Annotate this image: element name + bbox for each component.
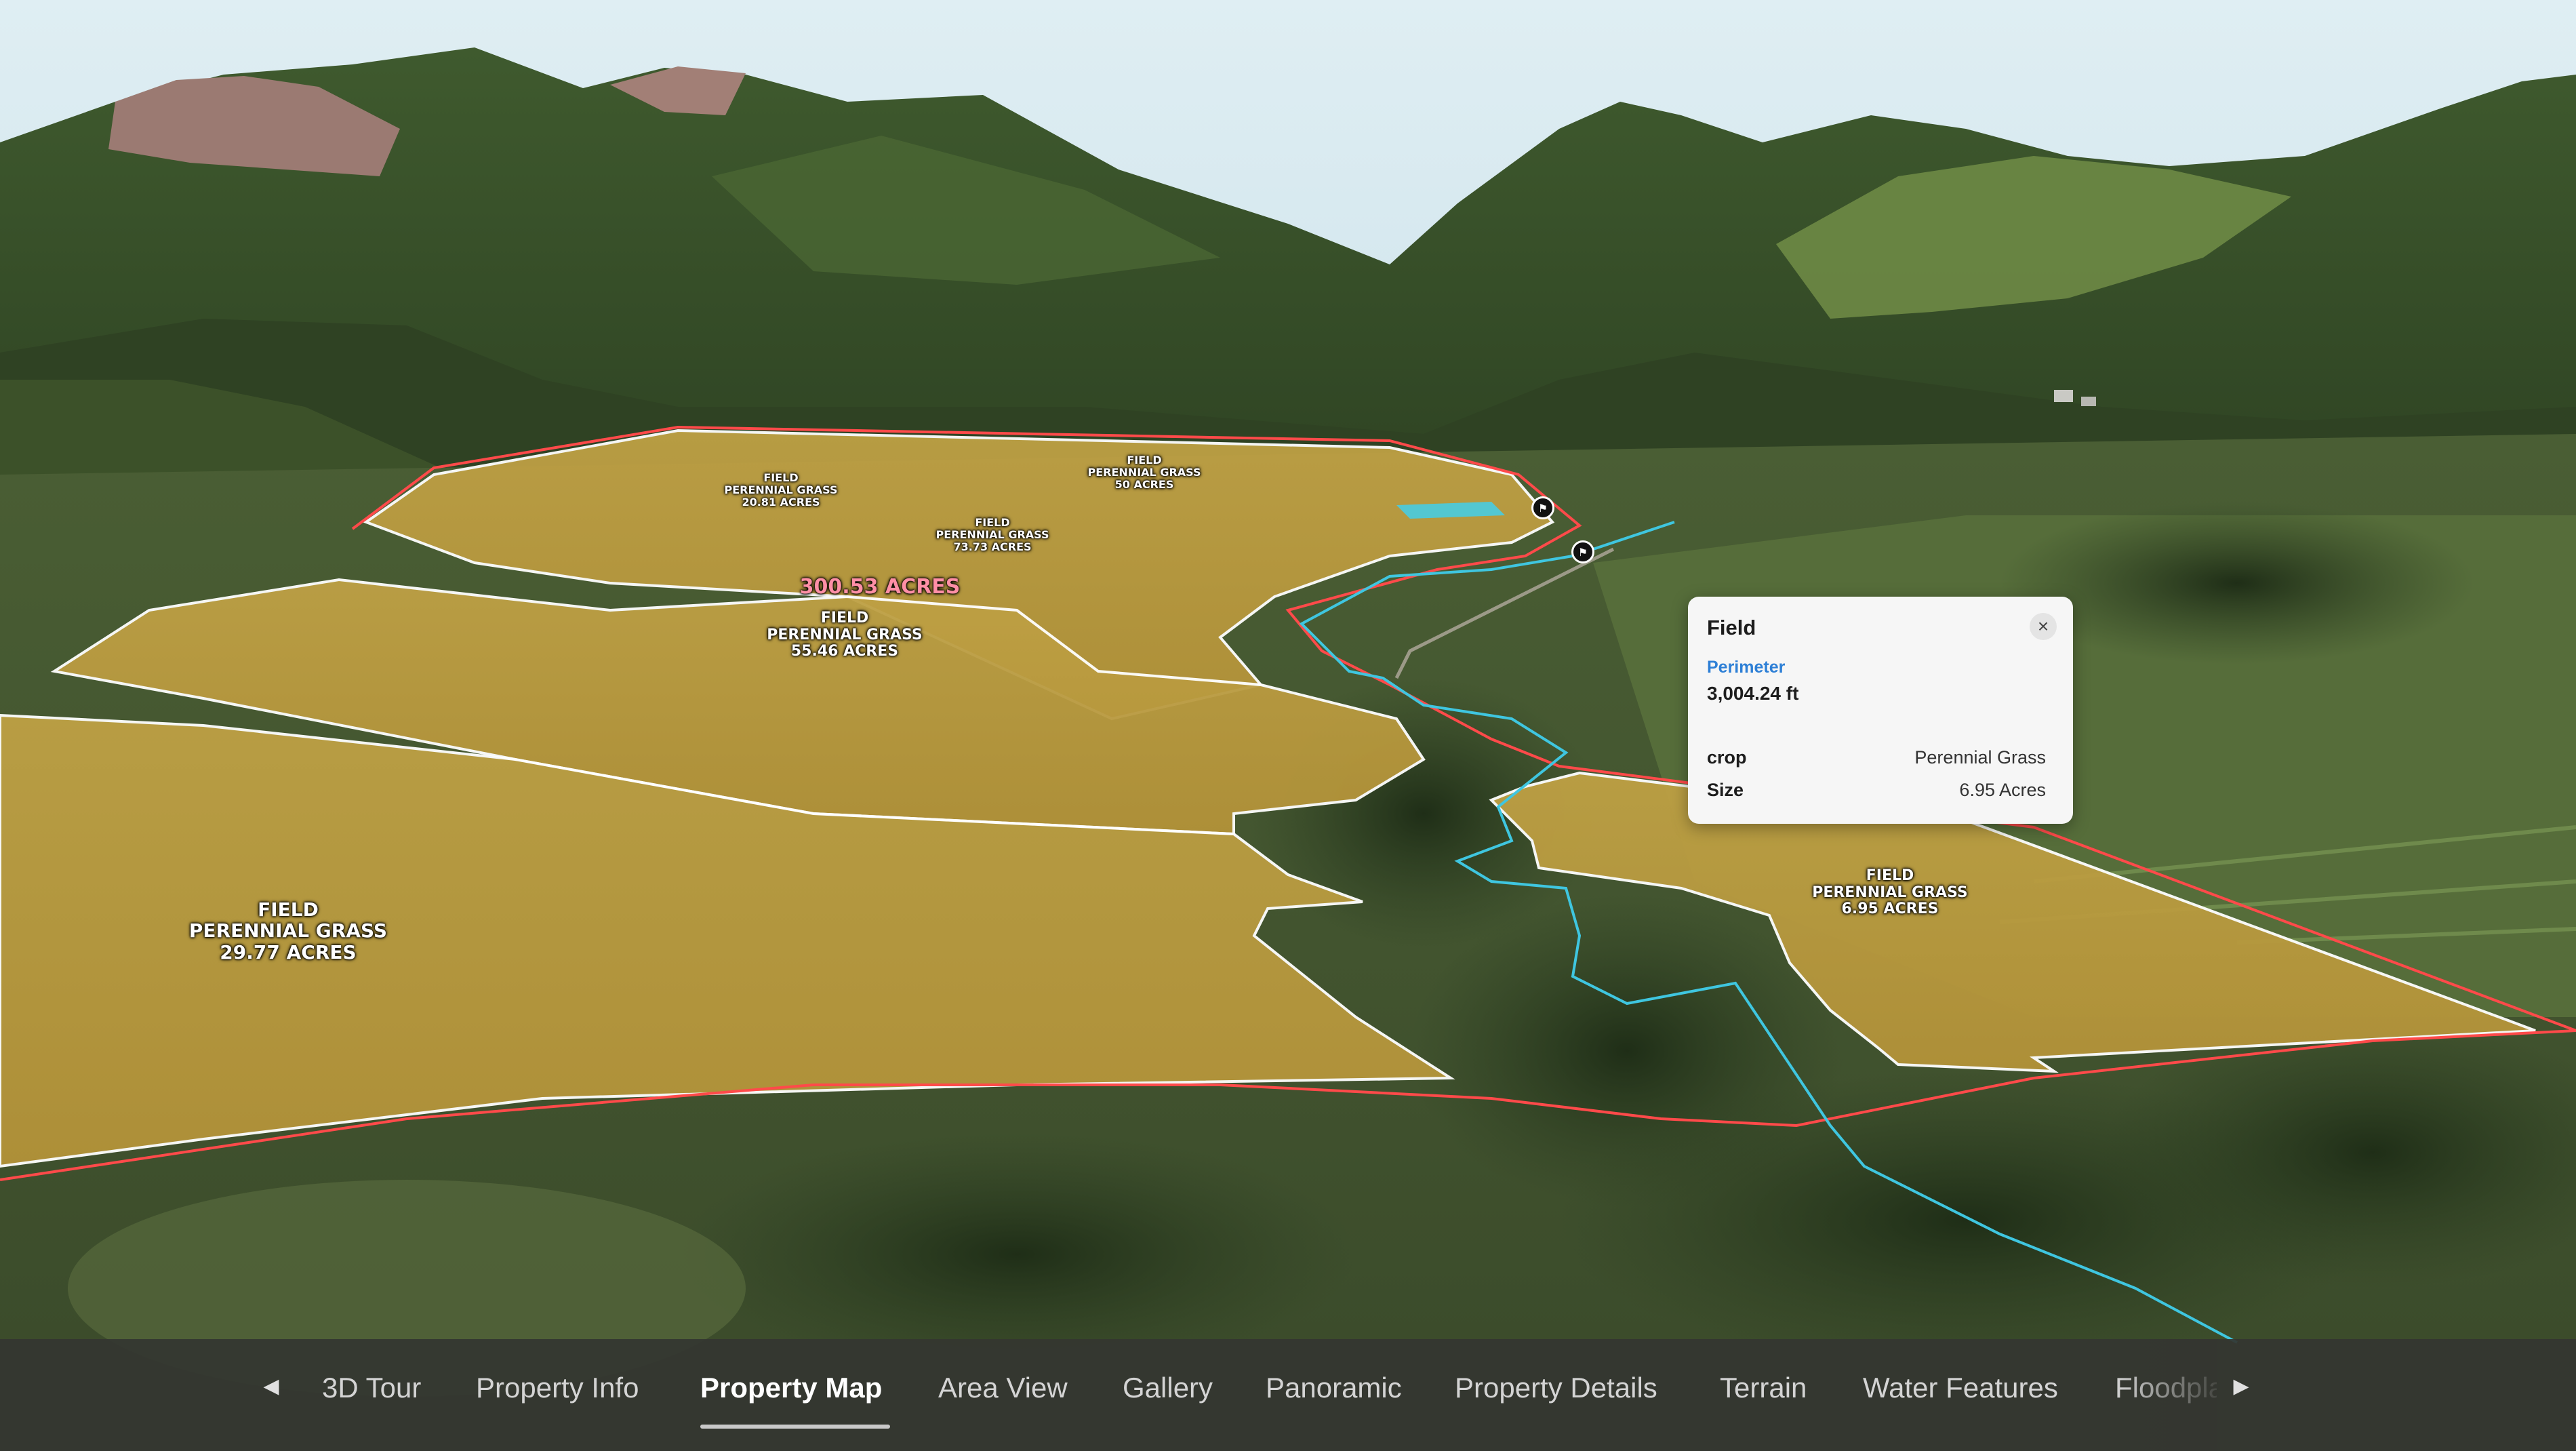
tab-property-details[interactable]: Property Details [1455,1372,1657,1404]
map-marker-icon[interactable]: ⚑ [1531,496,1554,519]
tab-gallery[interactable]: Gallery [1123,1372,1213,1404]
building [2054,390,2073,402]
active-tab-underline [700,1425,890,1429]
field-label-c[interactable]: FIELD PERENNIAL GRASS 73.73 ACRES [936,517,1049,553]
property-total-acres-label: 300.53 ACRES [799,575,961,599]
tab-property-map[interactable]: Property Map [700,1372,882,1404]
tab-floodplain[interactable]: Floodplain [2115,1372,2217,1404]
popup-row-key: Size [1707,780,1744,800]
field-label-f[interactable]: FIELD PERENNIAL GRASS 6.95 ACRES [1812,867,1968,918]
tab-terrain[interactable]: Terrain [1720,1372,1807,1404]
tab-area-view[interactable]: Area View [938,1372,1068,1404]
tab-property-info[interactable]: Property Info [476,1372,639,1404]
popup-title: Field [1707,616,1756,639]
field-label-d[interactable]: FIELD PERENNIAL GRASS 55.46 ACRES [767,610,923,660]
field-label-a[interactable]: FIELD PERENNIAL GRASS 20.81 ACRES [725,472,838,509]
popup-row-size: Size 6.95 Acres [1707,780,2046,801]
section-nav-bar: ◀ 3D Tour Property Info Property Map Are… [0,1339,2576,1451]
field-label-e[interactable]: FIELD PERENNIAL GRASS 29.77 ACRES [189,899,387,963]
map-scene[interactable] [0,0,2576,1451]
chevron-left-icon[interactable]: ◀ [251,1366,291,1407]
building [2081,397,2096,406]
popup-row-value: 6.95 Acres [1959,780,2046,800]
nav-tab-strip: ◀ 3D Tour Property Info Property Map Are… [0,1339,2217,1451]
field-info-popup: Field × Perimeter 3,004.24 ft crop Peren… [1688,597,2073,824]
map-marker-icon[interactable]: ⚑ [1571,540,1594,563]
field-label-b[interactable]: FIELD PERENNIAL GRASS 50 ACRES [1088,454,1201,491]
chevron-right-icon[interactable]: ▶ [2221,1366,2261,1407]
tab-water-features[interactable]: Water Features [1863,1372,2058,1404]
popup-metric-label[interactable]: Perimeter [1707,658,2054,677]
popup-metric-value: 3,004.24 ft [1707,683,1799,704]
popup-row-key: crop [1707,747,1747,768]
tab-panoramic[interactable]: Panoramic [1266,1372,1402,1404]
tab-3d-tour[interactable]: 3D Tour [322,1372,421,1404]
popup-row-value: Perennial Grass [1914,747,2046,768]
close-icon[interactable]: × [2030,613,2057,640]
popup-row-crop: crop Perennial Grass [1707,747,2046,768]
